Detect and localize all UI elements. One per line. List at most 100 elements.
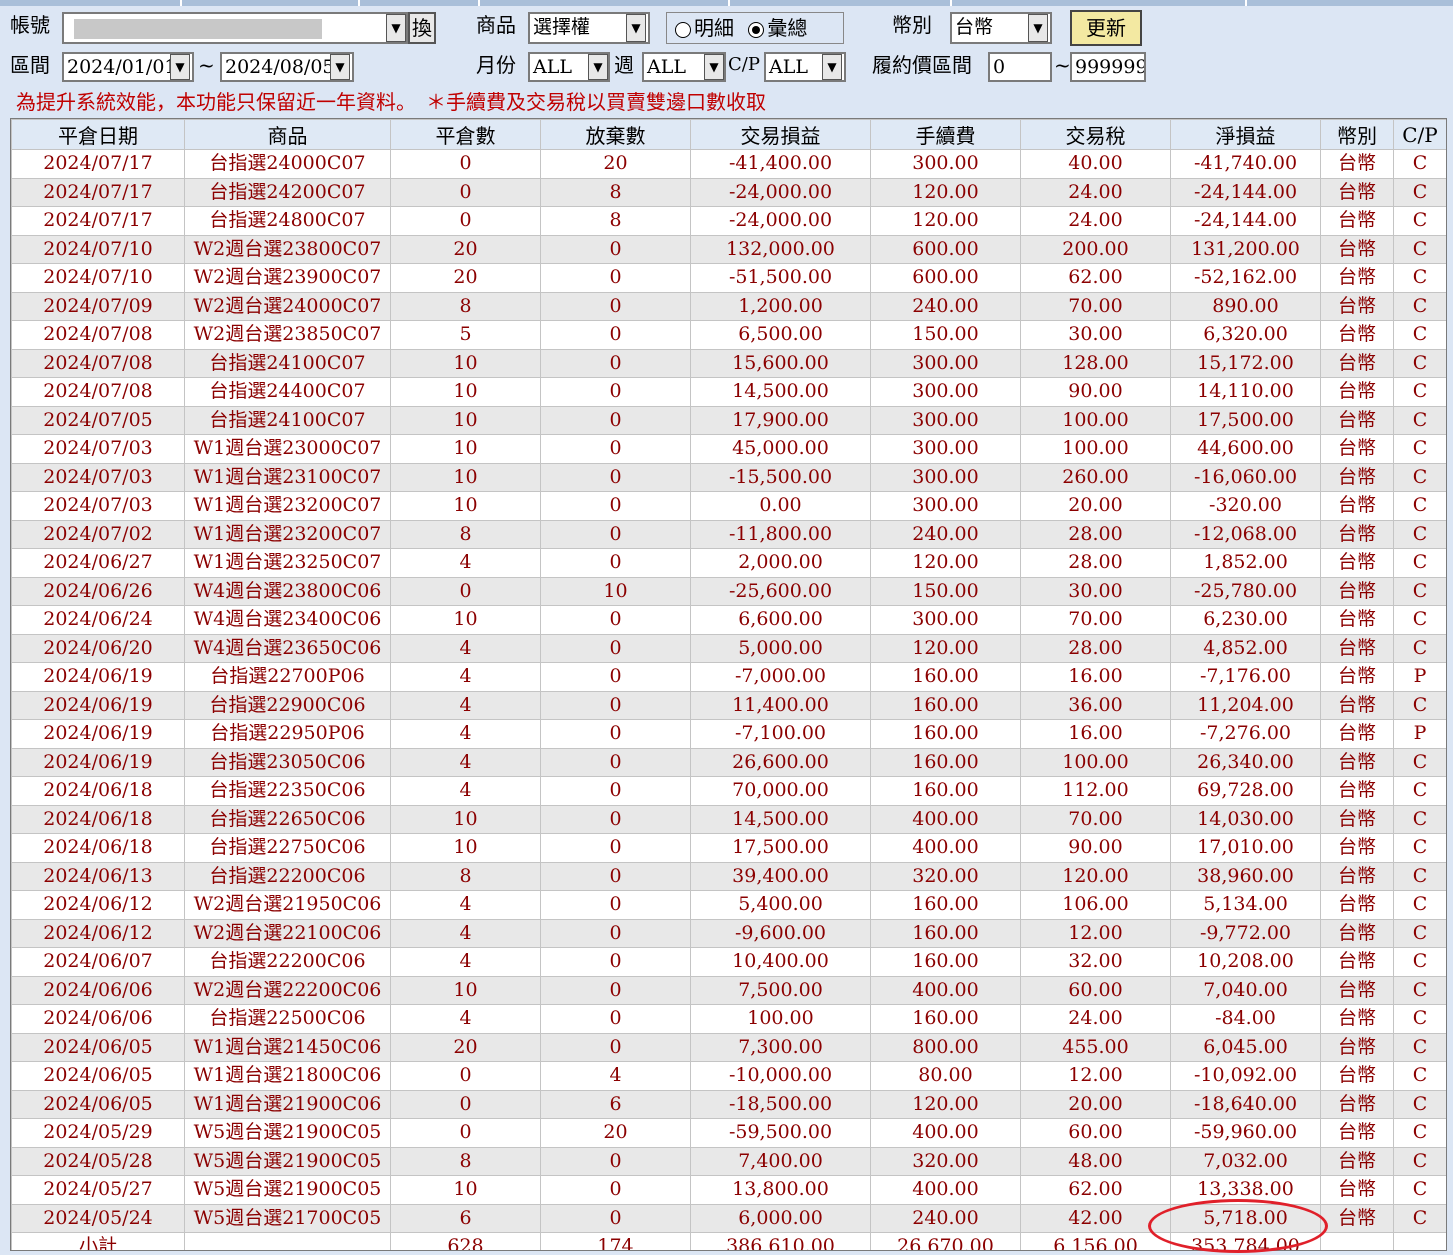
switch-account-button[interactable]: 換 [408,12,436,44]
table-row[interactable]: 2024/07/08 台指選24400C07 10 0 14,500.00 300.00 9… [11,377,1446,407]
table-row[interactable]: 2024/07/08 台指選24100C07 10 0 15,600.00 300.00 1… [11,348,1446,378]
table-row[interactable]: 2024/07/02 W1週台選23200C07 8 0 -11,800.00 240.0… [11,519,1446,549]
table-row[interactable]: 2024/06/12 W2週台選22100C06 4 0 -9,600.00 160.00… [11,918,1446,948]
week-dropdown-arrow-icon[interactable]: ▼ [704,54,724,80]
table-row[interactable]: 2024/05/29 W5週台選21900C05 0 20 -59,500.00 400.… [11,1118,1446,1148]
table-row[interactable]: 2024/06/06 W2週台選22200C06 10 0 7,500.00 400.00… [11,975,1446,1005]
table-row[interactable]: 2024/06/26 W4週台選23800C06 0 10 -25,600.00 150.… [11,576,1446,606]
table-row[interactable]: 2024/06/18 台指選22750C06 10 0 17,500.00 400.00 9… [11,833,1446,863]
cell-closed-qty: 8 [390,861,541,891]
table-row[interactable]: 2024/06/05 W1週台選21800C06 0 4 -10,000.00 80.00… [11,1061,1446,1091]
cell-tax: 20.00 [1020,491,1171,521]
col-header[interactable]: 淨損益 [1170,119,1321,150]
cell-net-pnl: 890.00 [1170,291,1321,321]
cell-net-pnl: 17,010.00 [1170,833,1321,863]
col-header[interactable]: 平倉數 [390,119,541,150]
range-label: 區間 [10,53,50,77]
cell-closed-qty: 4 [390,719,541,749]
cell-net-pnl: 1,852.00 [1170,548,1321,578]
col-header[interactable]: C/P [1393,119,1446,150]
cell-net-pnl: -18,640.00 [1170,1089,1321,1119]
table-row[interactable]: 2024/07/17 台指選24800C07 0 8 -24,000.00 120.00 2… [11,206,1446,236]
table-row[interactable]: 2024/07/17 台指選24000C07 0 20 -41,400.00 300.00… [11,149,1446,179]
col-header[interactable]: 放棄數 [540,119,691,150]
cell-cp: C [1393,861,1446,891]
table-row[interactable]: 2024/06/05 W1週台選21450C06 20 0 7,300.00 800.00… [11,1032,1446,1062]
cell-trade-pnl: 7,500.00 [690,975,871,1005]
table-row[interactable]: 2024/06/27 W1週台選23250C07 4 0 2,000.00 120.00 2… [11,548,1446,578]
cell-cp: C [1393,434,1446,464]
cell-tax: 106.00 [1020,890,1171,920]
cell-currency: 台幣 [1320,548,1394,578]
cell-abandoned-qty: 4 [540,1061,691,1091]
strike-from-field[interactable]: 0 [988,52,1052,82]
table-row[interactable]: 2024/07/09 W2週台選24000C07 8 0 1,200.00 240.00 7… [11,291,1446,321]
cell-tax: 30.00 [1020,576,1171,606]
cell-fee: 300.00 [870,405,1021,435]
cell-closed-qty: 0 [390,1061,541,1091]
cell-trade-pnl: -51,500.00 [690,263,871,293]
col-header[interactable]: 平倉日期 [11,119,185,150]
table-row[interactable]: 2024/06/12 W2週台選21950C06 4 0 5,400.00 160.00 1… [11,890,1446,920]
table-row[interactable]: 2024/06/06 台指選22500C06 4 0 100.00 160.00 24.00… [11,1004,1446,1034]
cell-abandoned-qty: 0 [540,291,691,321]
cell-net-pnl: -84.00 [1170,1004,1321,1034]
cell-product: 台指選22950P06 [184,719,391,749]
table-row[interactable]: 2024/06/07 台指選22200C06 4 0 10,400.00 160.00 32… [11,947,1446,977]
table-row[interactable]: 2024/07/05 台指選24100C07 10 0 17,900.00 300.00 1… [11,405,1446,435]
cell-product: W1週台選23200C07 [184,491,391,521]
cell-abandoned-qty: 6 [540,1089,691,1119]
cell-product: 台指選24100C07 [184,348,391,378]
table-row[interactable]: 2024/06/19 台指選22950P06 4 0 -7,100.00 160.00 16… [11,719,1446,749]
month-label: 月份 [476,53,516,77]
cell-fee: 240.00 [870,519,1021,549]
table-row[interactable]: 2024/07/10 W2週台選23900C07 20 0 -51,500.00 600.… [11,263,1446,293]
radio-summary[interactable]: 彙總 [748,16,807,40]
table-row[interactable]: 2024/06/18 台指選22350C06 4 0 70,000.00 160.00 11… [11,776,1446,806]
cp-dropdown-arrow-icon[interactable]: ▼ [822,54,842,80]
cell-abandoned-qty: 0 [540,234,691,264]
cell-trade-pnl: 39,400.00 [690,861,871,891]
col-header[interactable]: 幣別 [1320,119,1394,150]
cell-currency: 台幣 [1320,263,1394,293]
table-row[interactable]: 2024/06/05 W1週台選21900C06 0 6 -18,500.00 120.0… [11,1089,1446,1119]
date-to-dropdown-arrow-icon[interactable]: ▼ [330,54,350,80]
product-dropdown-arrow-icon[interactable]: ▼ [626,14,646,42]
table-row[interactable]: 2024/06/13 台指選22200C06 8 0 39,400.00 320.00 12… [11,861,1446,891]
date-from-dropdown-arrow-icon[interactable]: ▼ [170,54,190,80]
strike-to-field[interactable]: 999999 [1070,52,1146,82]
table-row[interactable]: 2024/07/17 台指選24200C07 0 8 -24,000.00 120.00 2… [11,177,1446,207]
table-row[interactable]: 2024/07/08 W2週台選23850C07 5 0 6,500.00 150.00 3… [11,320,1446,350]
col-header[interactable]: 手續費 [870,119,1021,150]
table-row[interactable]: 2024/06/19 台指選22900C06 4 0 11,400.00 160.00 36… [11,690,1446,720]
table-row[interactable]: 2024/06/19 台指選22700P06 4 0 -7,000.00 160.00 16… [11,662,1446,692]
table-row[interactable]: 2024/07/10 W2週台選23800C07 20 0 132,000.00 600.… [11,234,1446,264]
account-field[interactable] [62,12,408,44]
account-dropdown-arrow-icon[interactable]: ▼ [386,14,406,42]
col-header[interactable]: 交易損益 [690,119,871,150]
summary-table-container[interactable]: 平倉日期 商品 平倉數 放棄數 交易損益 手續費 交易稅 淨損益 幣別 C/P … [10,118,1447,1251]
table-row[interactable]: 2024/07/03 W1週台選23100C07 10 0 -15,500.00 300.… [11,462,1446,492]
cell-abandoned-qty: 0 [540,690,691,720]
cell-abandoned-qty: 0 [540,890,691,920]
cell-close-date: 2024/07/08 [11,377,185,407]
table-row[interactable]: 2024/07/03 W1週台選23000C07 10 0 45,000.00 300.0… [11,434,1446,464]
table-row[interactable]: 2024/06/24 W4週台選23400C06 10 0 6,600.00 300.00… [11,605,1446,635]
currency-dropdown-arrow-icon[interactable]: ▼ [1028,14,1048,42]
cell-currency: 台幣 [1320,177,1394,207]
radio-detail[interactable]: 明細 [675,16,734,40]
table-row[interactable]: 2024/05/28 W5週台選21900C05 8 0 7,400.00 320.00 4… [11,1146,1446,1176]
cell-fee: 160.00 [870,947,1021,977]
col-header[interactable]: 商品 [184,119,391,150]
table-row[interactable]: 2024/06/19 台指選23050C06 4 0 26,600.00 160.00 10… [11,747,1446,777]
table-row[interactable]: 2024/07/03 W1週台選23200C07 10 0 0.00 300.00 20.0… [11,491,1446,521]
month-dropdown-arrow-icon[interactable]: ▼ [588,54,608,80]
cell-closed-qty: 10 [390,377,541,407]
table-row[interactable]: 2024/06/20 W4週台選23650C06 4 0 5,000.00 120.00 2… [11,633,1446,663]
cell-closed-qty: 0 [390,1118,541,1148]
cell-abandoned-qty: 0 [540,975,691,1005]
cell-abandoned-qty: 0 [540,804,691,834]
table-row[interactable]: 2024/06/18 台指選22650C06 10 0 14,500.00 400.00 7… [11,804,1446,834]
col-header[interactable]: 交易稅 [1020,119,1171,150]
refresh-button[interactable]: 更新 [1070,10,1142,46]
